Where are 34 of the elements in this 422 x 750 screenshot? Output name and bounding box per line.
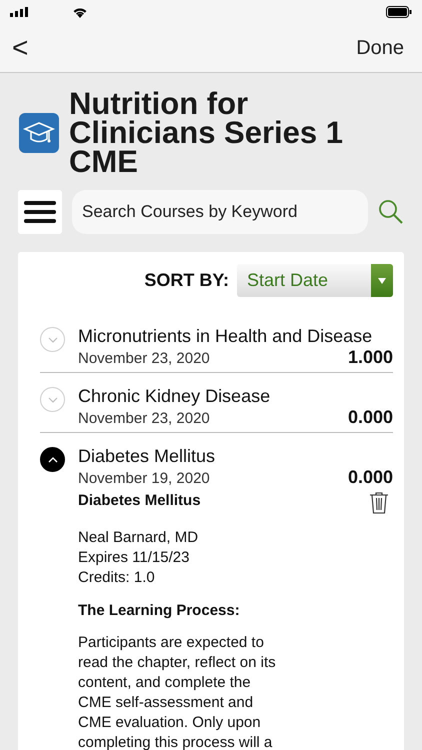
sort-label: SORT BY:	[144, 270, 229, 291]
course-title: Diabetes Mellitus	[78, 445, 216, 467]
detail-info: Expires 11/15/23	[78, 548, 190, 568]
battery-icon	[386, 6, 412, 18]
course-date: November 23, 2020	[78, 350, 210, 367]
back-button[interactable]: <	[8, 32, 32, 64]
course-title: Micronutrients in Health and Disease	[78, 325, 374, 347]
description-paragraph: Participants are expected to read the chapter, reflect on its content, and complete the CME self-assessment and CME evaluation. Only upon completing this process will a	[78, 633, 277, 750]
detail-title: Diabetes Mellitus	[78, 492, 201, 509]
wifi-icon	[72, 6, 88, 18]
graduation-cap-icon	[19, 112, 59, 152]
course-title: Chronic Kidney Disease	[78, 385, 272, 407]
menu-icon	[24, 200, 56, 224]
trash-icon[interactable]	[369, 492, 389, 514]
search-icon[interactable]	[378, 199, 404, 225]
course-credits: 0.000	[348, 407, 393, 428]
detail-info: Credits: 1.0	[78, 568, 156, 588]
course-credits: 0.000	[348, 467, 393, 488]
chevron-down-icon	[48, 396, 58, 402]
caret-icon	[378, 278, 386, 284]
course-date: November 19, 2020	[78, 470, 210, 487]
sort-dropdown[interactable]: Start Date	[237, 264, 393, 297]
expand-toggle[interactable]	[40, 447, 65, 472]
done-button[interactable]: Done	[352, 36, 408, 60]
signal-icon	[10, 7, 28, 17]
menu-button[interactable]	[18, 190, 62, 234]
detail-info: Neal Barnard, MD	[78, 528, 200, 548]
chevron-down-icon	[48, 336, 58, 342]
course-date: November 23, 2020	[78, 410, 210, 427]
page-title: Nutrition for Clinicians Series 1 CME	[69, 89, 344, 176]
course-credits: 1.000	[348, 347, 393, 368]
chevron-up-icon	[48, 456, 58, 462]
search-field[interactable]: Search Courses by Keyword	[72, 190, 368, 234]
section-heading: The Learning Process:	[78, 602, 241, 619]
